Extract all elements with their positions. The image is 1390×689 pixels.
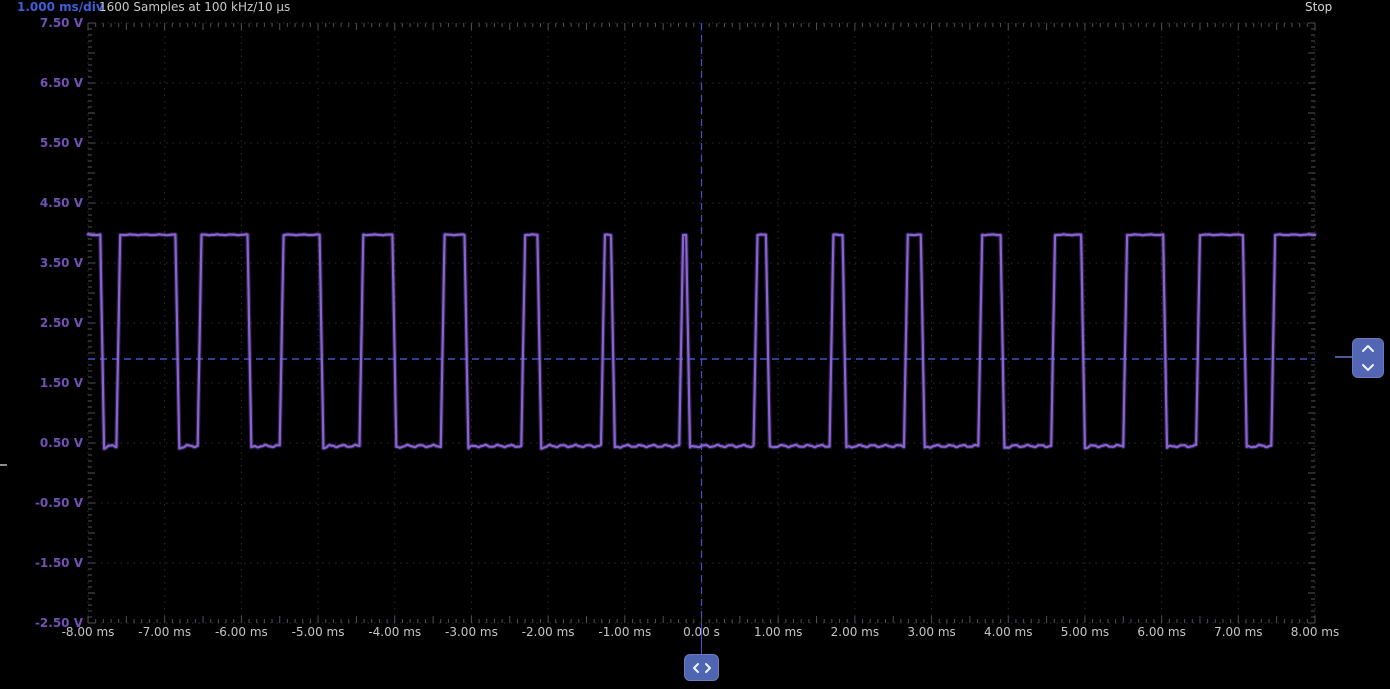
x-axis-tick-label: 5.00 ms	[1061, 625, 1109, 639]
channel-offset-marker[interactable]	[0, 464, 7, 466]
x-axis-tick-label: 4.00 ms	[984, 625, 1032, 639]
x-axis-tick-label: -1.00 ms	[598, 625, 651, 639]
x-axis-tick-label: -6.00 ms	[215, 625, 268, 639]
x-axis-tick-label: -5.00 ms	[292, 625, 345, 639]
x-axis-tick-label: 2.00 ms	[831, 625, 879, 639]
x-axis-tick-label: 7.00 ms	[1214, 625, 1262, 639]
trigger-level-indicator	[1335, 356, 1352, 358]
x-axis-tick-label: -4.00 ms	[368, 625, 421, 639]
trigger-position-line	[701, 623, 702, 655]
oscilloscope-screen: 1.000 ms/div 1600 Samples at 100 kHz/10 …	[0, 0, 1390, 689]
y-axis-tick-label: 4.50 V	[40, 196, 83, 210]
trigger-level-handle[interactable]	[1352, 338, 1384, 378]
y-axis-tick-label: 6.50 V	[40, 76, 83, 90]
x-axis-tick-label: -2.00 ms	[522, 625, 575, 639]
chevron-down-icon[interactable]	[1361, 363, 1375, 372]
x-axis-tick-label: -3.00 ms	[445, 625, 498, 639]
y-axis-tick-label: 7.50 V	[40, 16, 83, 30]
y-axis-tick-label: 1.50 V	[40, 376, 83, 390]
scope-plot	[0, 0, 1390, 689]
chevron-up-icon[interactable]	[1361, 344, 1375, 353]
y-axis-tick-label: 0.50 V	[40, 436, 83, 450]
y-axis-tick-label: 2.50 V	[40, 316, 83, 330]
x-axis-tick-label: -7.00 ms	[138, 625, 191, 639]
x-axis-tick-label: 1.00 ms	[754, 625, 802, 639]
x-axis-tick-label: -8.00 ms	[62, 625, 115, 639]
y-axis-tick-label: -0.50 V	[35, 496, 83, 510]
chevron-right-icon[interactable]	[704, 662, 712, 674]
chevron-left-icon[interactable]	[692, 662, 700, 674]
trigger-position-handle[interactable]	[684, 654, 719, 681]
y-axis-tick-label: 5.50 V	[40, 136, 83, 150]
y-axis-tick-label: 3.50 V	[40, 256, 83, 270]
x-axis-tick-label: 3.00 ms	[907, 625, 955, 639]
y-axis-tick-label: -1.50 V	[35, 556, 83, 570]
x-axis-tick-label: 6.00 ms	[1137, 625, 1185, 639]
x-axis-tick-label: 8.00 ms	[1291, 625, 1339, 639]
